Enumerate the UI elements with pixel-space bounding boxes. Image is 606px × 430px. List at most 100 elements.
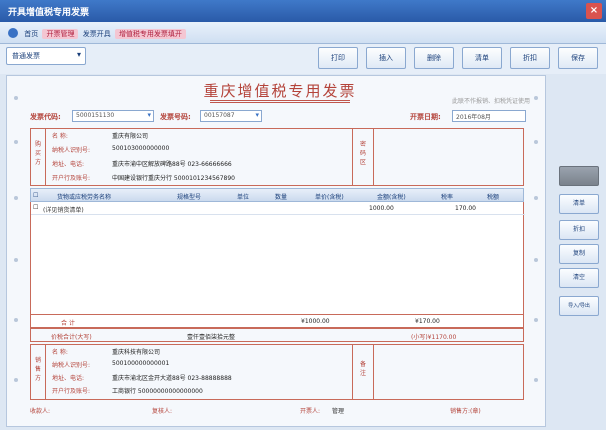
total-row: 合 计 ¥1000.00 ¥170.00: [30, 314, 524, 328]
payee-label: 收款人:: [30, 408, 51, 415]
col-qty: 数量: [275, 194, 288, 201]
row-item-amount: 1000.00: [369, 205, 394, 212]
invoice-number-value: 00157087: [204, 112, 235, 119]
buyer-vlabel: 购买方: [34, 141, 41, 166]
invoice-code-value: 5000151130: [76, 112, 115, 119]
table-row[interactable]: ☐ (详见销货清单) 1000.00 170.00: [31, 202, 525, 215]
invoice-title: 重庆增值税专用发票: [203, 82, 357, 100]
binding-hole: [534, 96, 538, 100]
toolbar: 普通发票 ▾ 打印 插入 删除 清单 折扣 保存: [0, 44, 606, 74]
binding-hole: [534, 196, 538, 200]
seller-addr-row[interactable]: 地址、电话: 重庆市渝北区金开大道88号 023-88888888: [52, 373, 352, 385]
col-spec: 规格型号: [177, 194, 202, 201]
seller-vlabel: 销售方: [34, 357, 41, 382]
seller-tax-label: 纳税人识别号:: [52, 362, 91, 369]
seller-name-label: 名 称:: [52, 349, 68, 356]
binding-hole: [14, 96, 18, 100]
buyer-name-label: 名 称:: [52, 133, 68, 140]
col-rate: 税率: [441, 194, 454, 201]
breadcrumb-path2[interactable]: 发票开具: [83, 30, 111, 38]
seller-addr-value: 重庆市渝北区金开大道88号 023-88888888: [112, 375, 232, 382]
right-button-1[interactable]: [559, 166, 599, 186]
col-unit: 单位: [237, 194, 250, 201]
seller-name-row[interactable]: 名 称: 重庆科技有限公司: [52, 347, 352, 359]
buyer-name-row[interactable]: 名 称: 重庆有限公司: [52, 131, 352, 143]
breadcrumb-path3[interactable]: 增值税专用发票填开: [114, 29, 186, 39]
seller-bank-value: 工商银行 50000000000000000: [112, 388, 203, 395]
invoice-number-field[interactable]: 00157087 ▾: [200, 110, 262, 122]
delete-button[interactable]: 删除: [414, 47, 454, 69]
chevron-down-icon: ▾: [76, 50, 81, 59]
col-tax: 税额: [487, 194, 500, 201]
seller-seal-label: 销售方:(章): [450, 408, 481, 415]
invoice-code-field[interactable]: 5000151130 ▾: [72, 110, 154, 122]
home-icon[interactable]: [8, 28, 18, 38]
col-name: 货物或应税劳务名称: [57, 194, 112, 201]
seller-bank-label: 开户行及账号:: [52, 388, 91, 395]
select-all-checkbox[interactable]: ☐: [33, 192, 38, 199]
list-button[interactable]: 清单: [462, 47, 502, 69]
row-item-tax: 170.00: [455, 205, 476, 212]
drawer-value[interactable]: 管理: [332, 406, 344, 415]
chevron-down-icon: ▾: [255, 111, 259, 119]
title-underline: [210, 100, 350, 103]
buyer-name-value: 重庆有限公司: [112, 133, 149, 140]
breadcrumb-path1[interactable]: 开票管理: [42, 29, 79, 39]
seller-tax-row[interactable]: 纳税人识别号: 500100000000001: [52, 360, 352, 372]
save-button[interactable]: 保存: [558, 47, 598, 69]
remark-label: 备注: [359, 361, 366, 377]
invoice-date-value: 2016年08月: [456, 114, 491, 121]
window-titlebar: 开具增值税专用发票 ×: [0, 0, 606, 22]
date-label: 开票日期:: [410, 113, 441, 121]
close-icon[interactable]: ×: [586, 3, 602, 19]
binding-hole: [534, 140, 538, 144]
right-clear-button[interactable]: 清空: [559, 268, 599, 288]
items-table-body: ☐ (详见销货清单) 1000.00 170.00: [30, 202, 525, 328]
invoice-type-select[interactable]: 普通发票 ▾: [6, 47, 86, 65]
buyer-tax-label: 纳税人识别号:: [52, 147, 91, 154]
grand-words: 壹仟壹佰柒拾元整: [187, 334, 236, 341]
insert-button[interactable]: 插入: [366, 47, 406, 69]
seller-bank-row[interactable]: 开户行及账号: 工商银行 50000000000000000: [52, 386, 352, 398]
code-label: 发票代码:: [30, 113, 61, 121]
buyer-addr-row[interactable]: 地址、电话: 重庆市渝中区解放碑路88号 023-66666666: [52, 159, 352, 171]
buyer-addr-label: 地址、电话:: [52, 161, 85, 168]
reviewer-label: 复核人:: [152, 408, 173, 415]
buyer-tax-row[interactable]: 纳税人识别号: 500103000000000: [52, 145, 352, 157]
items-table-header: ☐ 货物或应税劳务名称 规格型号 单位 数量 单价(含税) 金额(含税) 税率 …: [30, 188, 524, 202]
total-tax: ¥170.00: [415, 318, 440, 325]
binding-hole: [534, 318, 538, 322]
binding-hole: [534, 258, 538, 262]
right-import-button[interactable]: 导入/导出: [559, 296, 599, 316]
breadcrumb-home[interactable]: 首页: [24, 30, 38, 38]
seller-tax-value: 500100000000001: [112, 360, 170, 367]
buyer-addr-value: 重庆市渝中区解放碑路88号 023-66666666: [112, 161, 232, 168]
binding-hole: [534, 378, 538, 382]
total-label: 合 计: [61, 320, 75, 327]
right-list-button[interactable]: 清单: [559, 194, 599, 214]
right-discount-button[interactable]: 折扣: [559, 220, 599, 240]
binding-hole: [14, 196, 18, 200]
code-area-label: 密码区: [359, 141, 366, 166]
row-checkbox[interactable]: ☐: [33, 204, 38, 211]
binding-hole: [14, 258, 18, 262]
right-copy-button[interactable]: 复制: [559, 244, 599, 264]
total-amount: ¥1000.00: [301, 318, 330, 325]
print-button[interactable]: 打印: [318, 47, 358, 69]
number-label: 发票号码:: [160, 113, 191, 121]
side-note: 此联不作报销、扣税凭证使用: [451, 98, 530, 105]
invoice-date-field[interactable]: 2016年08月: [452, 110, 526, 122]
drawer-label: 开票人:: [300, 408, 321, 415]
chevron-down-icon: ▾: [147, 111, 151, 119]
buyer-bank-label: 开户行及账号:: [52, 175, 91, 182]
buyer-bank-row[interactable]: 开户行及账号: 中国建设银行重庆分行 5000101234567890: [52, 173, 352, 185]
window-title: 开具增值税专用发票: [8, 8, 90, 18]
col-amount: 金额(含税): [377, 194, 406, 201]
binding-hole: [14, 378, 18, 382]
discount-button[interactable]: 折扣: [510, 47, 550, 69]
binding-hole: [14, 140, 18, 144]
buyer-bank-value: 中国建设银行重庆分行 5000101234567890: [112, 175, 235, 182]
col-price: 单价(含税): [315, 194, 344, 201]
grand-label: 价税合计(大写): [51, 334, 92, 341]
grand-total-row: 价税合计(大写) 壹仟壹佰柒拾元整 (小写)¥1170.00: [30, 328, 524, 342]
